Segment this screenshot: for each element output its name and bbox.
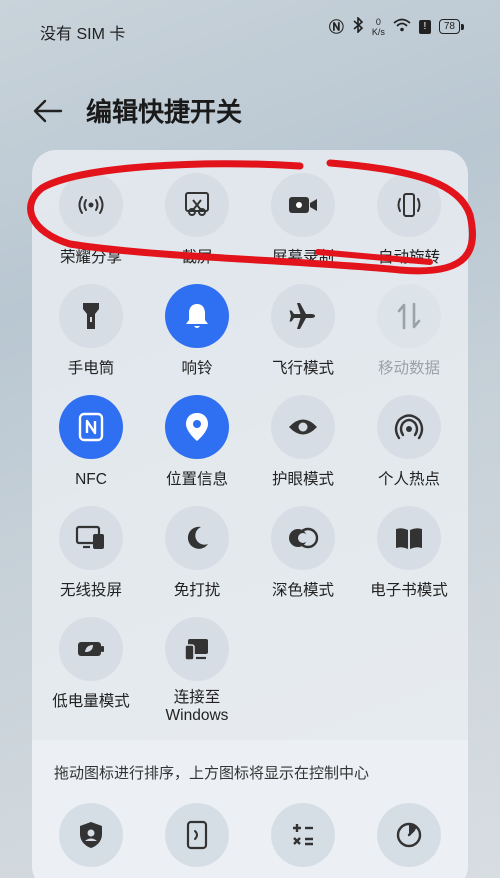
tile-wireless-projection[interactable]: 无线投屏 <box>38 506 144 600</box>
tile-location[interactable]: 位置信息 <box>144 395 250 489</box>
tile-label: 低电量模式 <box>52 693 130 710</box>
wifi-icon <box>393 18 411 35</box>
moon-icon <box>165 506 229 570</box>
screenshot-icon <box>165 173 229 237</box>
tile-timer[interactable] <box>356 803 462 867</box>
tile-label-line1: 连接至 <box>173 689 221 706</box>
low-battery-icon <box>59 617 123 681</box>
nfc-status-icon: Ⓝ <box>328 19 344 36</box>
header: 编辑快捷开关 <box>30 92 242 129</box>
tile-label: 响铃 <box>181 360 213 377</box>
tile-label-line2: Windows <box>165 707 229 724</box>
tile-label: NFC <box>75 471 107 488</box>
tile-label: 位置信息 <box>165 471 228 488</box>
nfc-card-icon <box>165 803 229 867</box>
tile-security[interactable] <box>38 803 144 867</box>
book-icon <box>377 506 441 570</box>
tile-label: 屏幕录制 <box>271 249 334 266</box>
tile-label: 电子书模式 <box>370 582 448 599</box>
tile-ebook-mode[interactable]: 电子书模式 <box>356 506 462 600</box>
airplane-icon <box>271 284 335 348</box>
carrier-label: 没有 SIM 卡 <box>40 26 126 43</box>
tile-nfc-card[interactable] <box>144 803 250 867</box>
tile-screenshot[interactable]: 截屏 <box>144 173 250 267</box>
bluetooth-icon <box>352 16 364 36</box>
alert-icon: ! <box>418 19 431 34</box>
calculator-icon <box>271 803 335 867</box>
timer-icon <box>377 803 441 867</box>
tile-flashlight[interactable]: 手电筒 <box>38 284 144 378</box>
tile-label: 荣耀分享 <box>59 249 122 266</box>
tile-dark-mode[interactable]: 深色模式 <box>250 506 356 600</box>
tile-low-power-mode[interactable]: 低电量模式 <box>38 617 144 711</box>
tile-nfc[interactable]: NFC <box>38 395 144 489</box>
tile-label: 飞行模式 <box>271 360 334 377</box>
mobile-data-icon <box>377 284 441 348</box>
bell-icon <box>165 284 229 348</box>
tile-do-not-disturb[interactable]: 免打扰 <box>144 506 250 600</box>
tile-label: 护眼模式 <box>271 471 334 488</box>
status-bar: 没有 SIM 卡 Ⓝ 0 K/s ! 78 <box>0 0 500 60</box>
tile-label: 个人热点 <box>377 471 440 488</box>
page-title: 编辑快捷开关 <box>86 97 243 127</box>
location-icon <box>165 395 229 459</box>
tile-eye-comfort[interactable]: 护眼模式 <box>250 395 356 489</box>
tile-ring[interactable]: 响铃 <box>144 284 250 378</box>
tile-airplane-mode[interactable]: 飞行模式 <box>250 284 356 378</box>
tile-label: 手电筒 <box>67 360 115 377</box>
tile-label: 移动数据 <box>377 360 440 377</box>
tile-label: 免打扰 <box>173 582 221 599</box>
wireless-projection-icon <box>59 506 123 570</box>
tile-label: 自动旋转 <box>377 249 440 266</box>
sort-hint: 拖动图标进行排序，上方图标将显示在控制中心 <box>54 765 370 782</box>
eye-icon <box>271 395 335 459</box>
tile-honor-share[interactable]: 荣耀分享 <box>38 173 144 267</box>
speed-unit: K/s <box>371 26 385 37</box>
status-icons: Ⓝ 0 K/s ! 78 <box>328 16 465 37</box>
tile-mobile-data[interactable]: 移动数据 <box>356 284 462 378</box>
screen-record-icon <box>271 173 335 237</box>
hotspot-icon <box>377 395 441 459</box>
network-speed: 0 K/s <box>372 17 385 37</box>
tile-auto-rotate[interactable]: 自动旋转 <box>356 173 462 267</box>
tile-connect-windows[interactable]: 连接至 Windows <box>144 617 250 725</box>
tile-label: 深色模式 <box>271 582 334 599</box>
back-arrow-icon[interactable] <box>30 93 66 129</box>
speed-value: 0 <box>375 16 381 27</box>
tile-label: 无线投屏 <box>59 582 122 599</box>
flashlight-icon <box>59 284 123 348</box>
tile-screen-record[interactable]: 屏幕录制 <box>250 173 356 267</box>
auto-rotate-icon <box>377 173 441 237</box>
tile-label: 截屏 <box>181 249 213 266</box>
wireless-share-icon <box>59 173 123 237</box>
connect-windows-icon <box>165 617 229 681</box>
tile-calculator[interactable] <box>250 803 356 867</box>
dark-mode-icon <box>271 506 335 570</box>
nfc-icon <box>59 395 123 459</box>
shield-icon <box>59 803 123 867</box>
tile-hotspot[interactable]: 个人热点 <box>356 395 462 489</box>
battery-indicator: 78 <box>438 19 465 34</box>
